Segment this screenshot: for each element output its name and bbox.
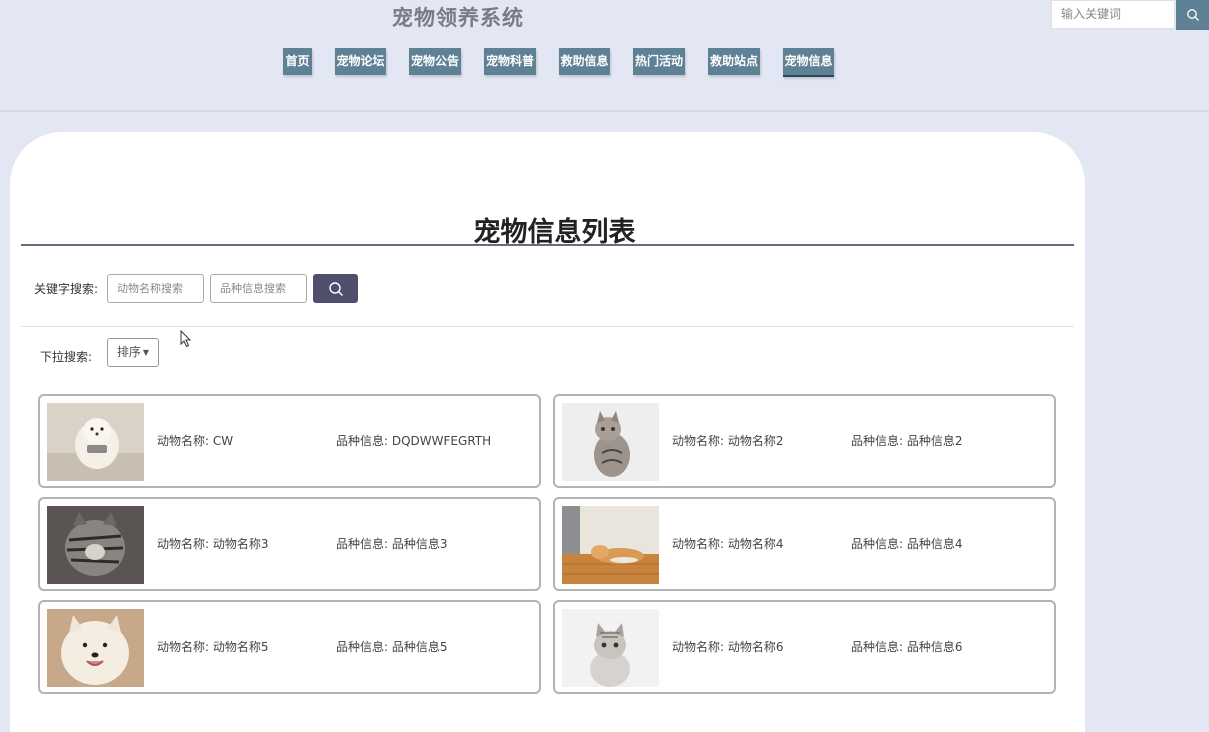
pet-name-value: 动物名称3 [212, 537, 269, 551]
pet-breed-value: DQDWWFEGRTH [391, 434, 492, 448]
pet-breed-value: 品种信息2 [906, 434, 963, 448]
pet-name: 动物名称: 动物名称4 [672, 535, 784, 552]
pet-breed-label: 品种信息: [336, 537, 389, 551]
dropdown-search-label: 下拉搜索: [40, 350, 93, 364]
pet-breed-label: 品种信息: [851, 434, 904, 448]
pet-breed-value: 品种信息6 [906, 640, 963, 654]
nav-item-pet-info[interactable]: 宠物信息 [783, 48, 834, 77]
pet-breed: 品种信息: 品种信息5 [336, 638, 448, 655]
pet-breed: 品种信息: 品种信息6 [851, 638, 963, 655]
pet-name-label: 动物名称: [157, 640, 210, 654]
title-underline [21, 244, 1074, 246]
pet-breed-label: 品种信息: [336, 640, 389, 654]
pet-breed: 品种信息: 品种信息2 [851, 432, 963, 449]
pet-breed: 品种信息: 品种信息3 [336, 535, 448, 552]
pet-breed: 品种信息: DQDWWFEGRTH [336, 432, 491, 449]
nav-item-events[interactable]: 热门活动 [633, 48, 685, 75]
pet-card[interactable]: 动物名称: 动物名称5 品种信息: 品种信息5 [38, 600, 541, 694]
pet-name-label: 动物名称: [157, 537, 210, 551]
content-panel: 宠物信息列表 关键字搜索: 动物名称搜索 品种信息搜索 下拉搜索: 排序 ▼ 动… [10, 132, 1085, 732]
keyword-search-label: 关键字搜索: [34, 282, 99, 296]
pet-name: 动物名称: 动物名称5 [157, 638, 269, 655]
caret-down-icon: ▼ [142, 348, 150, 357]
pet-card[interactable]: 动物名称: CW 品种信息: DQDWWFEGRTH [38, 394, 541, 488]
mouse-cursor-icon [180, 329, 192, 352]
nav-item-rescue-stations[interactable]: 救助站点 [708, 48, 760, 75]
pet-photo[interactable] [47, 609, 144, 687]
pet-name-label: 动物名称: [672, 640, 725, 654]
pet-card[interactable]: 动物名称: 动物名称3 品种信息: 品种信息3 [38, 497, 541, 591]
top-search-button[interactable] [1176, 0, 1209, 30]
pet-card[interactable]: 动物名称: 动物名称6 品种信息: 品种信息6 [553, 600, 1056, 694]
nav-item-announcements[interactable]: 宠物公告 [409, 48, 461, 75]
top-search-input[interactable]: 输入关键词 [1051, 0, 1175, 29]
search-icon [328, 281, 343, 296]
pet-card[interactable]: 动物名称: 动物名称4 品种信息: 品种信息4 [553, 497, 1056, 591]
nav-item-rescue-info[interactable]: 救助信息 [559, 48, 610, 75]
pet-name-value: 动物名称4 [727, 537, 784, 551]
divider [21, 326, 1074, 327]
nav-item-forum[interactable]: 宠物论坛 [335, 48, 386, 75]
pet-breed: 品种信息: 品种信息4 [851, 535, 963, 552]
site-title: 宠物领养系统 [392, 6, 524, 30]
search-icon [1186, 9, 1199, 21]
sort-dropdown[interactable]: 排序 ▼ [107, 338, 159, 367]
pet-name-label: 动物名称: [672, 434, 725, 448]
nav-item-science[interactable]: 宠物科普 [484, 48, 536, 75]
name-search-input[interactable]: 动物名称搜索 [107, 274, 204, 303]
site-header: 宠物领养系统 首页 宠物论坛 宠物公告 宠物科普 救助信息 热门活动 救助站点 … [0, 0, 1209, 112]
sort-label: 排序 [116, 345, 141, 359]
pet-photo[interactable] [47, 506, 144, 584]
pet-breed-value: 品种信息3 [391, 537, 448, 551]
pet-name-value: 动物名称6 [727, 640, 784, 654]
pet-name: 动物名称: 动物名称2 [672, 432, 784, 449]
pet-name-label: 动物名称: [157, 434, 210, 448]
pet-name: 动物名称: 动物名称3 [157, 535, 269, 552]
pet-name-value: 动物名称2 [727, 434, 784, 448]
pet-name: 动物名称: CW [157, 432, 233, 449]
pet-photo[interactable] [47, 403, 144, 481]
pet-name: 动物名称: 动物名称6 [672, 638, 784, 655]
pet-breed-value: 品种信息5 [391, 640, 448, 654]
pet-photo[interactable] [562, 403, 659, 481]
pet-breed-label: 品种信息: [851, 640, 904, 654]
pet-card[interactable]: 动物名称: 动物名称2 品种信息: 品种信息2 [553, 394, 1056, 488]
search-button[interactable] [313, 274, 358, 303]
pet-name-value: CW [212, 434, 234, 448]
breed-search-input[interactable]: 品种信息搜索 [210, 274, 307, 303]
pet-breed-label: 品种信息: [336, 434, 389, 448]
pet-breed-label: 品种信息: [851, 537, 904, 551]
pet-photo[interactable] [562, 609, 659, 687]
pet-photo[interactable] [562, 506, 659, 584]
nav-item-home[interactable]: 首页 [283, 48, 312, 75]
pet-breed-value: 品种信息4 [906, 537, 963, 551]
pet-name-label: 动物名称: [672, 537, 725, 551]
pet-name-value: 动物名称5 [212, 640, 269, 654]
